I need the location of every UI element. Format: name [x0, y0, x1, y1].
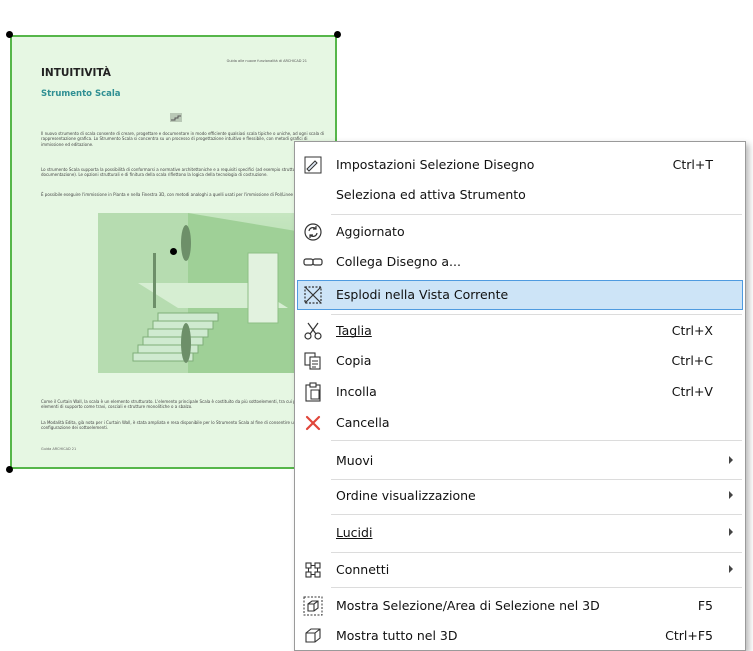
selection-handle-top-left[interactable] — [6, 31, 13, 38]
selection-handle-top-right[interactable] — [334, 31, 341, 38]
stair-render-image — [98, 213, 308, 373]
menu-item-shortcut: Ctrl+V — [671, 384, 713, 399]
menu-item-cut[interactable]: Taglia Ctrl+X — [297, 316, 743, 346]
menu-item-shortcut: Ctrl+X — [671, 323, 713, 338]
menu-item-shortcut: Ctrl+C — [671, 353, 713, 368]
menu-item-shortcut: Ctrl+T — [672, 157, 713, 172]
menu-item-move[interactable]: Muovi — [297, 446, 743, 476]
delete-icon — [303, 413, 323, 433]
doc-paragraph: Lo strumento Scala supporta la possibili… — [41, 167, 311, 178]
menu-item-label: Impostazioni Selezione Disegno — [336, 157, 535, 172]
doc-footer: Guida ARCHICAD 21 — [41, 447, 77, 451]
menu-separator — [331, 479, 742, 480]
connect-icon — [303, 560, 323, 580]
menu-item-label: Lucidi — [336, 525, 373, 540]
update-icon — [303, 222, 323, 242]
menu-item-display-order[interactable]: Ordine visualizzazione — [297, 481, 743, 511]
doc-paragraph: È possibile eseguire l'immissione in Pia… — [41, 192, 309, 197]
menu-item-label: Collega Disegno a... — [336, 254, 461, 269]
menu-item-label: Cancella — [336, 415, 390, 430]
menu-item-label: Aggiornato — [336, 224, 405, 239]
menu-item-copy[interactable]: Copia Ctrl+C — [297, 346, 743, 376]
menu-item-select-activate-tool[interactable]: Seleziona ed attiva Strumento — [297, 180, 743, 210]
selection-handle-center[interactable] — [170, 248, 177, 255]
menu-separator — [331, 214, 742, 215]
doc-paragraph: La Modalità Edita, già nota per i Curtai… — [41, 420, 311, 431]
link-icon — [303, 252, 323, 272]
show-all-3d-icon — [303, 626, 323, 646]
menu-item-trace[interactable]: Lucidi — [297, 518, 743, 548]
selection-handle-bottom-left[interactable] — [6, 466, 13, 473]
menu-item-label: Muovi — [336, 453, 374, 468]
doc-header: Guida alle nuove funzionalità di ARCHICA… — [226, 59, 307, 63]
menu-item-drawing-settings[interactable]: Impostazioni Selezione Disegno Ctrl+T — [297, 150, 743, 180]
menu-item-label: Taglia — [336, 323, 372, 338]
doc-paragraph: Come il Curtain Wall, la scala è un elem… — [41, 399, 329, 410]
explode-icon — [303, 285, 323, 305]
menu-item-link-drawing[interactable]: Collega Disegno a... — [297, 247, 743, 277]
doc-title: INTUITIVITÀ — [41, 67, 111, 79]
menu-separator — [331, 552, 742, 553]
submenu-arrow-icon — [729, 528, 733, 536]
menu-item-shortcut: F5 — [697, 598, 713, 613]
menu-item-label: Incolla — [336, 384, 377, 399]
copy-icon — [303, 351, 323, 371]
menu-item-show-selection-3d[interactable]: Mostra Selezione/Area di Selezione nel 3… — [297, 591, 743, 621]
menu-item-label: Esplodi nella Vista Corrente — [336, 287, 509, 302]
menu-item-paste[interactable]: Incolla Ctrl+V — [297, 377, 743, 407]
menu-separator — [331, 440, 742, 441]
show-selection-3d-icon — [303, 596, 323, 616]
menu-item-label: Connetti — [336, 562, 390, 577]
menu-item-update[interactable]: Aggiornato — [297, 217, 743, 247]
submenu-arrow-icon — [729, 491, 733, 499]
doc-paragraph: Il nuovo strumento di scala consente di … — [41, 131, 325, 147]
doc-subtitle: Strumento Scala — [41, 89, 121, 99]
menu-item-show-all-3d[interactable]: Mostra tutto nel 3D Ctrl+F5 — [297, 621, 743, 651]
menu-separator — [331, 587, 742, 588]
menu-item-label: Seleziona ed attiva Strumento — [336, 187, 526, 202]
submenu-arrow-icon — [729, 456, 733, 464]
menu-separator — [331, 514, 742, 515]
menu-item-label: Ordine visualizzazione — [336, 488, 476, 503]
menu-item-explode[interactable]: Esplodi nella Vista Corrente — [297, 280, 743, 310]
menu-separator — [331, 314, 742, 315]
drawing-settings-icon — [303, 155, 323, 175]
menu-item-connect[interactable]: Connetti — [297, 555, 743, 585]
context-menu: Impostazioni Selezione Disegno Ctrl+T Se… — [294, 141, 746, 651]
menu-item-label: Mostra Selezione/Area di Selezione nel 3… — [336, 598, 600, 613]
stair-thumbnail-icon — [170, 113, 182, 122]
menu-item-label: Copia — [336, 353, 372, 368]
submenu-arrow-icon — [729, 565, 733, 573]
menu-item-delete[interactable]: Cancella — [297, 408, 743, 438]
paste-icon — [303, 382, 323, 402]
scissors-icon — [303, 321, 323, 341]
